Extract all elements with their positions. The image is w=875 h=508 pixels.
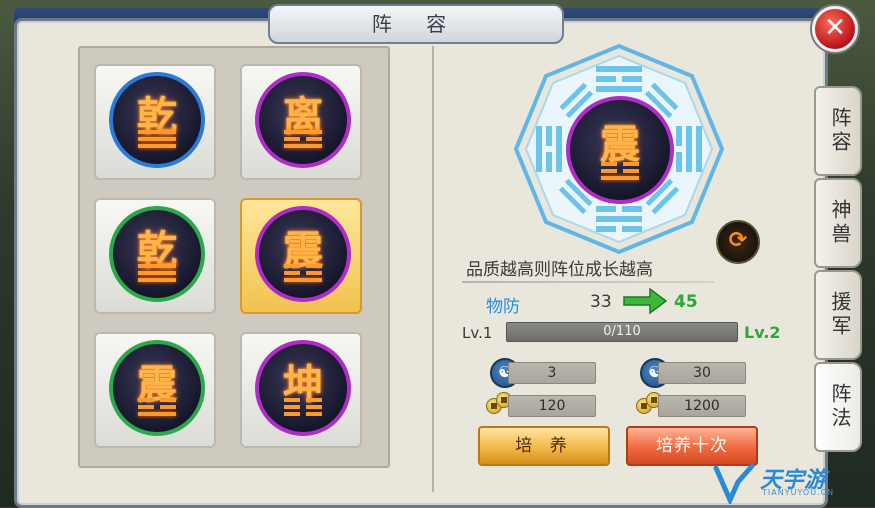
watermark: 天宇游 TIANYUYOU.CN xyxy=(712,460,872,507)
cost-gold-single: 120 xyxy=(508,395,596,417)
trigram-orb: 震 xyxy=(255,206,351,302)
cost-spirit-single: 3 xyxy=(508,362,596,384)
tab-formation[interactable]: 阵法 xyxy=(814,362,862,452)
panel-divider xyxy=(432,46,434,492)
train-button[interactable]: 培 养 xyxy=(478,426,610,466)
trigram-orb: 离 xyxy=(255,72,351,168)
trigram-icon xyxy=(601,162,639,183)
window-title: 阵 容 xyxy=(268,4,564,44)
trigram-orb: 乾 xyxy=(109,206,205,302)
level-current: Lv.1 xyxy=(462,324,493,342)
tab-lineup[interactable]: 阵容 xyxy=(814,86,862,176)
selected-trigram-orb: 震 xyxy=(566,96,674,204)
formation-slot-3[interactable]: 乾 xyxy=(94,198,216,314)
formation-slot-1[interactable]: 乾 xyxy=(94,64,216,180)
progress-text: 0/110 xyxy=(603,324,641,339)
stat-name: 物防 xyxy=(486,297,520,317)
refresh-icon: ⟳ xyxy=(728,228,748,253)
quality-description: 品质越高则阵位成长越高 xyxy=(466,260,653,280)
stat-new-value: 45 xyxy=(674,292,698,312)
formation-slot-6[interactable]: 坤 xyxy=(240,332,362,448)
watermark-subtext: TIANYUYOU.CN xyxy=(762,488,835,497)
tab-reinforcement[interactable]: 援军 xyxy=(814,270,862,360)
close-button[interactable]: ✕ xyxy=(812,6,858,52)
refresh-button[interactable]: ⟳ xyxy=(716,220,760,264)
cost-spirit-ten: 30 xyxy=(658,362,746,384)
stat-old-value: 33 xyxy=(590,292,612,312)
trigram-icon xyxy=(284,398,322,419)
close-icon: ✕ xyxy=(824,13,846,43)
trigram-icon xyxy=(138,398,176,419)
trigram-icon xyxy=(284,264,322,285)
trigram-icon xyxy=(284,130,322,151)
trigram-orb: 乾 xyxy=(109,72,205,168)
level-progress-bar: 0/110 xyxy=(506,322,738,342)
formation-slot-4-selected[interactable]: 震 xyxy=(240,198,362,314)
tab-beast[interactable]: 神兽 xyxy=(814,178,862,268)
watermark-logo-icon xyxy=(713,463,755,507)
cost-gold-ten: 1200 xyxy=(658,395,746,417)
trigram-icon xyxy=(138,264,176,285)
divider-line xyxy=(462,281,714,283)
arrow-right-icon xyxy=(623,287,668,315)
trigram-orb: 震 xyxy=(109,340,205,436)
trigram-icon xyxy=(138,130,176,151)
formation-slot-2[interactable]: 离 xyxy=(240,64,362,180)
trigram-orb: 坤 xyxy=(255,340,351,436)
level-next: Lv.2 xyxy=(744,323,781,342)
formation-slot-5[interactable]: 震 xyxy=(94,332,216,448)
